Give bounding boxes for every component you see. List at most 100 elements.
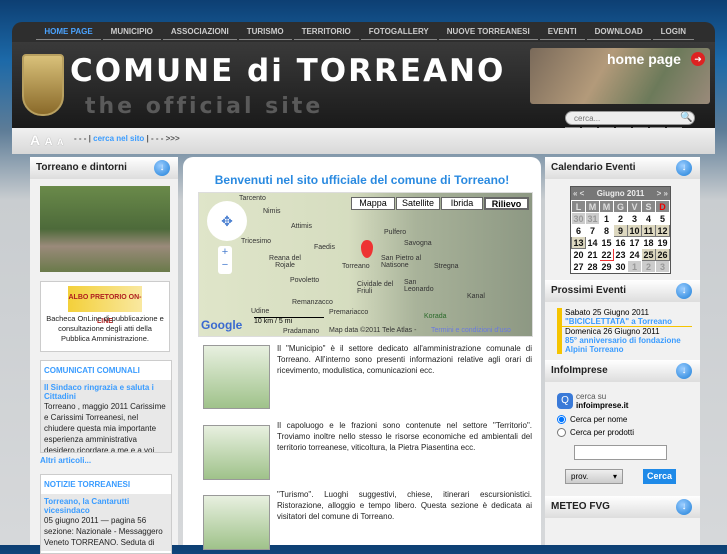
arrow-down-icon[interactable]: ↓ — [676, 499, 692, 515]
turismo-image[interactable] — [203, 495, 270, 550]
map-type-ibrida[interactable]: Ibrida — [441, 197, 483, 210]
event-name[interactable]: 85° anniversario di fondazione Alpini To… — [565, 336, 692, 354]
map-pan-control[interactable]: ✥ — [207, 201, 247, 241]
calendar-day[interactable]: 24 — [627, 248, 642, 261]
calendar-day[interactable]: 21 — [585, 248, 600, 261]
map-marker-icon[interactable] — [361, 240, 373, 258]
calendar-day[interactable]: 6 — [571, 224, 586, 237]
radio-cerca-prodotti[interactable]: Cerca per prodotti — [557, 426, 700, 439]
nav-download[interactable]: DOWNLOAD — [586, 22, 651, 40]
map-label: San Leonardo — [404, 279, 434, 293]
albo-pretorio-box[interactable]: ALBO PRETORIO ON-LINE Bacheca OnLine di … — [40, 281, 170, 352]
map-type-satellite[interactable]: Satellite — [396, 197, 440, 210]
map-terms-link[interactable]: Termini e condizioni d'uso — [431, 327, 511, 334]
notizie-title[interactable]: NOTIZIE TORREANESI — [41, 475, 171, 494]
nav-turismo[interactable]: TURISMO — [238, 22, 292, 40]
arrow-down-icon[interactable]: ↓ — [676, 283, 692, 299]
nav-municipio[interactable]: MUNICIPIO — [102, 22, 161, 40]
calendar-day[interactable]: 3 — [627, 212, 642, 225]
arrow-icon[interactable]: ➜ — [691, 52, 705, 66]
calendar-day[interactable]: 1 — [599, 212, 614, 225]
calendar-day[interactable]: 22 — [599, 248, 614, 261]
search-icon[interactable]: 🔍 — [680, 112, 692, 123]
radio-input[interactable] — [557, 428, 566, 437]
map-label: Savogna — [404, 240, 432, 247]
calendar-day[interactable]: 14 — [585, 236, 600, 249]
scale-km: 10 km — [254, 318, 274, 325]
font-small-button[interactable]: A — [57, 137, 64, 147]
calendar-day[interactable]: 15 — [599, 236, 614, 249]
prev-month-button[interactable]: « < — [573, 189, 584, 198]
radio-input[interactable] — [557, 415, 566, 424]
calendar-day[interactable]: 4 — [641, 212, 656, 225]
nav-login[interactable]: LOGIN — [652, 22, 694, 40]
calendar-day[interactable]: 16 — [613, 236, 628, 249]
calendar-day[interactable]: 10 — [627, 224, 642, 237]
home-page-link[interactable]: home page — [607, 51, 681, 67]
calendar-day[interactable]: 18 — [641, 236, 656, 249]
municipio-image[interactable] — [203, 345, 270, 409]
calendar-day[interactable]: 13 — [571, 236, 586, 249]
calendar-day[interactable]: 26 — [655, 248, 670, 261]
calendar-day[interactable]: 25 — [641, 248, 656, 261]
calendar-day[interactable]: 23 — [613, 248, 628, 261]
map-type-mappa[interactable]: Mappa — [351, 197, 395, 210]
calendar-day[interactable]: 12 — [655, 224, 670, 237]
calendar-month: Giugno 2011 — [596, 189, 645, 198]
calendar-day[interactable]: 30 — [613, 260, 628, 273]
calendar-day[interactable]: 5 — [655, 212, 670, 225]
infoimprese-site: infoimprese.it — [576, 401, 629, 410]
search-input[interactable] — [565, 111, 695, 125]
calendar-day[interactable]: 17 — [627, 236, 642, 249]
calendar-day[interactable]: 2 — [613, 212, 628, 225]
nav-eventi[interactable]: EVENTI — [539, 22, 585, 40]
calendar-day[interactable]: 19 — [655, 236, 670, 249]
more-articles-link[interactable]: Altri articoli... — [40, 456, 178, 465]
village-photo[interactable] — [40, 186, 170, 272]
event-name[interactable]: "BICICLETTATA" a Torreano — [565, 317, 692, 326]
font-medium-button[interactable]: A — [45, 136, 53, 148]
calendar-day[interactable]: 9 — [613, 224, 628, 237]
cerca-su-label: cerca su — [576, 392, 607, 401]
calendar-day[interactable]: 27 — [571, 260, 586, 273]
calendar-day[interactable]: 7 — [585, 224, 600, 237]
cerca-button[interactable]: Cerca — [643, 469, 677, 484]
arrow-down-icon[interactable]: ↓ — [154, 160, 170, 176]
nav-nuove-torreanesi[interactable]: NUOVE TORREANESI — [438, 22, 538, 40]
nav-associazioni[interactable]: ASSOCIAZIONI — [162, 22, 237, 40]
right-column: Calendario Eventi ↓ « < Giugno 2011 > » L… — [545, 157, 700, 545]
page-title: Benvenuti nel sito ufficiale del comune … — [214, 173, 510, 187]
map-zoom-control[interactable]: + − — [218, 246, 232, 274]
map-type-rilievo[interactable]: Rilievo — [484, 197, 529, 210]
font-large-button[interactable]: A — [30, 132, 40, 148]
province-select[interactable]: prov. ▾ — [565, 469, 623, 484]
calendar-day[interactable]: 29 — [599, 260, 614, 273]
article-headline[interactable]: Il Sindaco ringrazia e saluta i Cittadin… — [44, 383, 168, 401]
site-search-link[interactable]: cerca nel sito — [93, 134, 144, 143]
arrow-down-icon[interactable]: ↓ — [676, 363, 692, 379]
site-subtitle: the official site — [85, 94, 324, 119]
section-title: Prossimi Eventi — [551, 285, 627, 296]
calendar-day[interactable]: 28 — [585, 260, 600, 273]
map-scale: 10 km / 5 mi — [254, 317, 324, 325]
event-item[interactable]: Domenica 26 Giugno 2011 85° anniversario … — [557, 327, 692, 354]
infoimprese-input[interactable] — [574, 445, 667, 460]
nav-territorio[interactable]: TERRITORIO — [293, 22, 359, 40]
territorio-image[interactable] — [203, 425, 270, 480]
next-month-button[interactable]: > » — [657, 189, 668, 198]
calendar-day[interactable]: 20 — [571, 248, 586, 261]
calendar-day[interactable]: 8 — [599, 224, 614, 237]
nav-home-page[interactable]: HOME PAGE — [36, 22, 101, 40]
event-item[interactable]: Sabato 25 Giugno 2011 "BICICLETTATA" a To… — [557, 308, 692, 327]
nav-fotogallery[interactable]: FOTOGALLERY — [360, 22, 437, 40]
comunicati-title[interactable]: COMUNICATI COMUNALI — [41, 361, 171, 380]
article-headline[interactable]: Torreano, la Cantarutti vicesindaco — [44, 497, 168, 515]
map-label: Povoletto — [290, 277, 320, 284]
calendar-day[interactable]: 11 — [641, 224, 656, 237]
arrow-down-icon[interactable]: ↓ — [676, 160, 692, 176]
weekday-label: G — [613, 200, 628, 213]
radio-cerca-nome[interactable]: Cerca per nome — [557, 413, 700, 426]
weekday-label: L — [571, 200, 586, 213]
calendar: « < Giugno 2011 > » L M M G V S D 30 31 1 2 3 4 5 6 7 8 9… — [570, 186, 671, 274]
google-map[interactable]: ✥ + − Mappa Satellite Ibrida Rilievo Tarc… — [198, 192, 533, 337]
